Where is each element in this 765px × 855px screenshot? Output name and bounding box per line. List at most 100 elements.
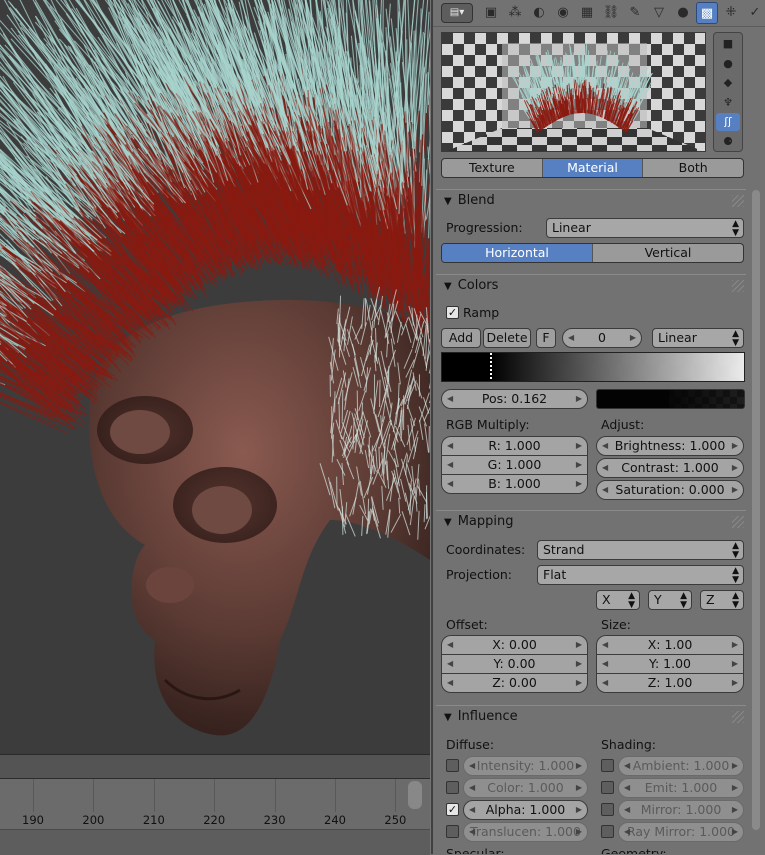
direction-vertical[interactable]: Vertical	[593, 244, 743, 262]
influence-panel-header[interactable]: ▼Influence	[436, 705, 746, 729]
ramp-delete-button[interactable]: Delete	[483, 328, 531, 348]
material-icon[interactable]: ●	[672, 2, 694, 24]
diffuse-influence-checkbox[interactable]	[446, 781, 459, 794]
offset-x-field[interactable]: ◀X: 0.00▶	[441, 635, 588, 655]
preview-mode-texture[interactable]: Texture	[442, 159, 543, 177]
offset-z-value: Z: 0.00	[492, 675, 537, 690]
diffuse-influence-checkbox[interactable]	[446, 825, 459, 838]
panel-drag-grip-icon[interactable]	[732, 280, 744, 292]
object-icon[interactable]: ▦	[576, 2, 598, 24]
color-ramp[interactable]	[441, 352, 745, 382]
brightness-field[interactable]: ◀Brightness: 1.000▶	[596, 436, 744, 456]
decrement-arrow-icon: ◀	[447, 636, 453, 654]
decrement-arrow-icon: ◀	[469, 757, 475, 775]
influence-value: Intensity: 1.000	[477, 758, 574, 773]
render-layers-icon[interactable]: ⁂	[504, 2, 526, 24]
timeline-frame-label: 210	[143, 813, 165, 827]
progression-label: Progression:	[446, 220, 523, 235]
panel-scrollbar[interactable]	[752, 190, 760, 830]
axis-z-dropdown[interactable]: Z ▲▼	[700, 590, 744, 610]
shading-influence-field[interactable]: ◀Mirror: 1.000▶	[618, 800, 744, 820]
timeline-scrollbar[interactable]	[408, 781, 422, 809]
modifiers-icon[interactable]: ✎	[624, 2, 646, 24]
saturation-field[interactable]: ◀Saturation: 0.000▶	[596, 480, 744, 500]
ramp-label: Ramp	[463, 305, 499, 320]
sphere-preview-icon[interactable]: ●	[716, 55, 740, 73]
contrast-field[interactable]: ◀Contrast: 1.000▶	[596, 458, 744, 478]
hair-preview-icon[interactable]: ʃʃ	[716, 113, 740, 131]
cube-preview-icon[interactable]: ◆	[716, 74, 740, 92]
shading-influence-checkbox[interactable]	[601, 803, 614, 816]
decrement-arrow-icon: ◀	[602, 459, 608, 477]
shading-influence-field[interactable]: ◀Ambient: 1.000▶	[618, 756, 744, 776]
ramp-flip-button[interactable]: F	[536, 328, 556, 348]
diffuse-influence-field[interactable]: ◀Translucen: 1.000▶	[463, 822, 588, 842]
shading-influence-field[interactable]: ◀Ray Mirror: 1.000▶	[618, 822, 744, 842]
mapping-panel-header[interactable]: ▼Mapping	[436, 510, 746, 534]
projection-dropdown[interactable]: Flat ▲▼	[537, 565, 744, 585]
shading-influence-checkbox[interactable]	[601, 825, 614, 838]
adjust-label: Adjust:	[601, 417, 644, 432]
preview-mode-material[interactable]: Material	[543, 159, 644, 177]
monkey-preview-icon[interactable]: ♆	[716, 94, 740, 112]
shading-label: Shading:	[601, 737, 656, 752]
rgb-multiply-b-field[interactable]: ◀B: 1.000▶	[441, 474, 588, 494]
rgb-multiply-g-field[interactable]: ◀G: 1.000▶	[441, 455, 588, 475]
diffuse-influence-field[interactable]: ◀Color: 1.000▶	[463, 778, 588, 798]
size-z-field[interactable]: ◀Z: 1.00▶	[596, 673, 744, 693]
timeline-editor[interactable]: 190200210220230240250	[0, 778, 430, 854]
diffuse-influence-field[interactable]: ◀Alpha: 1.000▶	[463, 800, 588, 820]
panel-drag-grip-icon[interactable]	[732, 195, 744, 207]
3d-viewport[interactable]	[0, 0, 430, 754]
ramp-pos-field[interactable]: ◀ Pos: 0.162 ▶	[441, 389, 588, 409]
size-x-field[interactable]: ◀X: 1.00▶	[596, 635, 744, 655]
ramp-active-index-field[interactable]: ◀ 0 ▶	[562, 328, 642, 348]
data-icon[interactable]: ▽	[648, 2, 670, 24]
physics-icon[interactable]: ✓	[744, 2, 765, 24]
offset-y-field[interactable]: ◀Y: 0.00▶	[441, 654, 588, 674]
shading-influence-field[interactable]: ◀Emit: 1.000▶	[618, 778, 744, 798]
rgb-multiply-r-field[interactable]: ◀R: 1.000▶	[441, 436, 588, 456]
size-y-field[interactable]: ◀Y: 1.00▶	[596, 654, 744, 674]
render-icon[interactable]: ▣	[480, 2, 502, 24]
coordinates-dropdown[interactable]: Strand ▲▼	[537, 540, 744, 560]
increment-arrow-icon: ▶	[732, 655, 738, 673]
scene-icon[interactable]: ◐	[528, 2, 550, 24]
diffuse-influence-checkbox[interactable]: ✓	[446, 803, 459, 816]
shading-influence-checkbox[interactable]	[601, 759, 614, 772]
preview-type-column: ■ ●◆ ♆ʃʃ ⚈	[713, 32, 743, 152]
ramp-checkbox[interactable]: ✓	[446, 306, 459, 319]
direction-horizontal[interactable]: Horizontal	[442, 244, 593, 262]
diffuse-influence-field[interactable]: ◀Intensity: 1.000▶	[463, 756, 588, 776]
ramp-interpolation-dropdown[interactable]: Linear ▲▼	[652, 328, 744, 348]
increment-arrow-icon: ▶	[576, 475, 582, 493]
decrement-arrow-icon: ◀	[447, 390, 453, 408]
progression-dropdown[interactable]: Linear ▲▼	[546, 218, 744, 238]
timeline-gridline	[275, 779, 276, 812]
properties-editor-icon[interactable]: ▤▾	[441, 3, 473, 23]
sphere-ring-preview-icon[interactable]: ⚈	[716, 133, 740, 151]
ramp-stop-marker[interactable]	[490, 353, 492, 381]
preview-mode-both[interactable]: Both	[643, 159, 743, 177]
increment-arrow-icon: ▶	[576, 757, 582, 775]
offset-z-field[interactable]: ◀Z: 0.00▶	[441, 673, 588, 693]
constraints-icon[interactable]: ⛓	[600, 2, 622, 24]
coordinates-label: Coordinates:	[446, 542, 525, 557]
ramp-add-button[interactable]: Add	[441, 328, 481, 348]
texture-icon[interactable]: ▩	[696, 2, 718, 24]
colors-panel-header[interactable]: ▼Colors	[436, 274, 746, 298]
particles-icon[interactable]: ⁜	[720, 2, 742, 24]
eye-right	[192, 486, 252, 534]
axis-y-dropdown[interactable]: Y ▲▼	[648, 590, 692, 610]
plane-preview-icon[interactable]: ■	[716, 35, 740, 53]
axis-x-dropdown[interactable]: X ▲▼	[596, 590, 640, 610]
ramp-stop-color-swatch[interactable]	[596, 389, 745, 409]
preview-render	[442, 33, 706, 152]
blend-panel-header[interactable]: ▼Blend	[436, 189, 746, 213]
world-icon[interactable]: ◉	[552, 2, 574, 24]
shading-influence-checkbox[interactable]	[601, 781, 614, 794]
panel-drag-grip-icon[interactable]	[732, 711, 744, 723]
diffuse-influence-checkbox[interactable]	[446, 759, 459, 772]
panel-drag-grip-icon[interactable]	[732, 516, 744, 528]
diffuse-label: Diffuse:	[446, 737, 494, 752]
